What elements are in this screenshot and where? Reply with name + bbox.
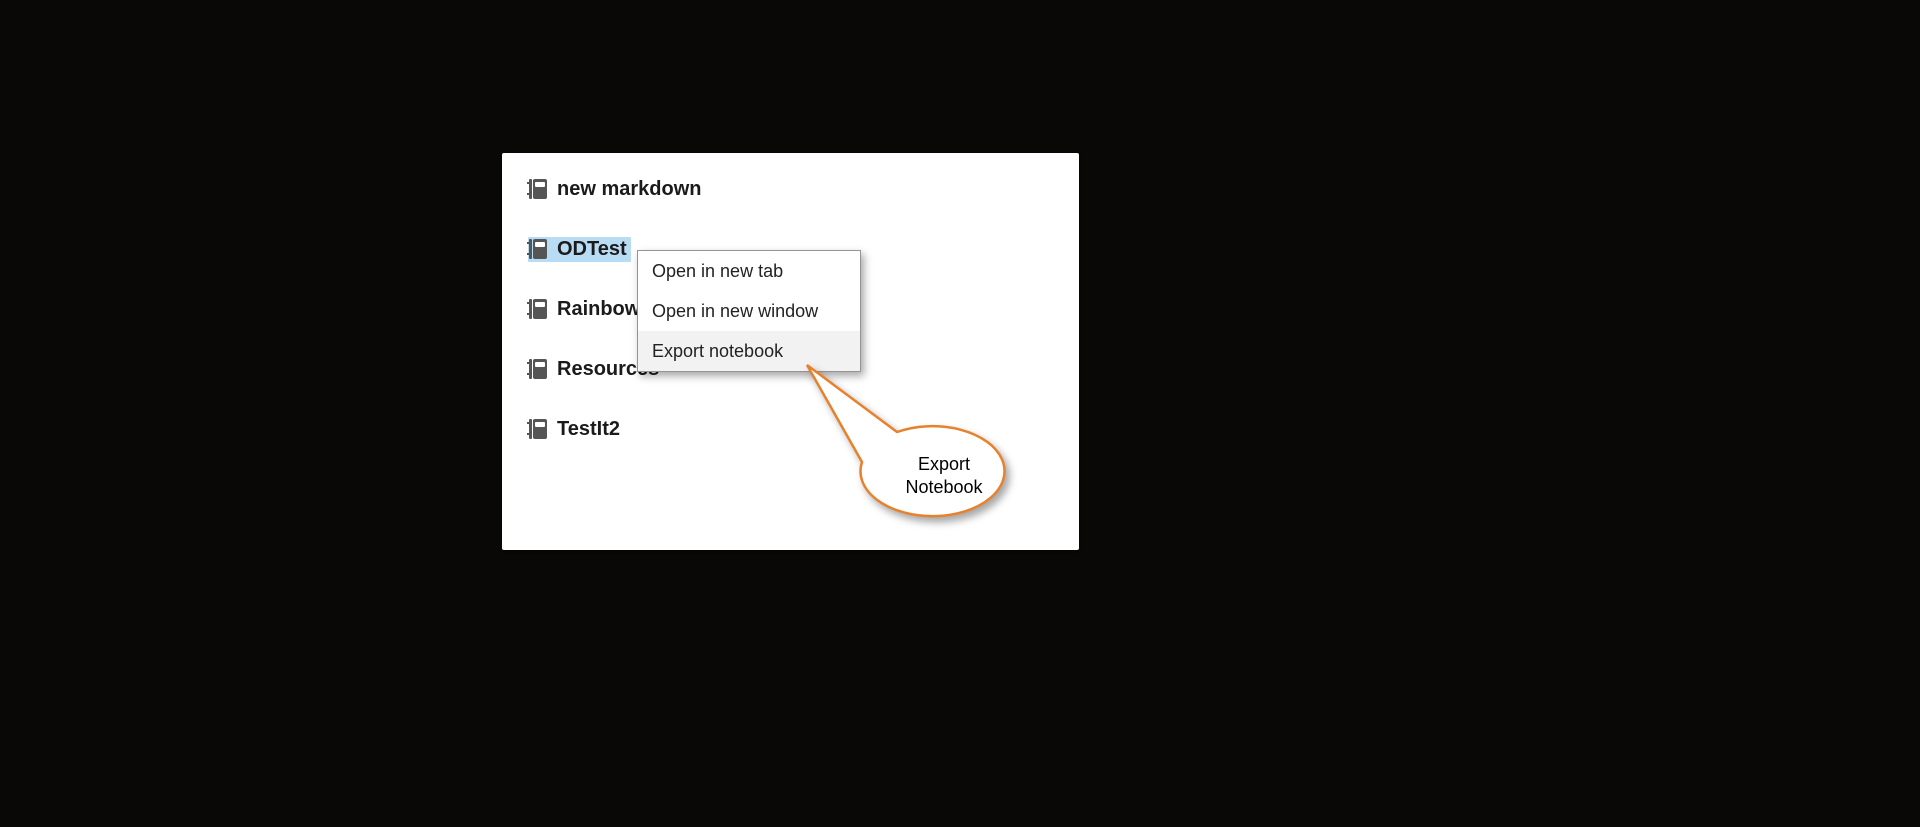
notebook-icon [529,239,547,259]
notebook-icon [529,419,547,439]
notebook-item[interactable]: TestIt2 [502,399,1079,459]
notebook-item-label: TestIt2 [557,418,620,441]
menu-item-open-new-window[interactable]: Open in new window [638,291,860,331]
menu-item-label: Open in new tab [652,261,783,282]
menu-item-label: Export notebook [652,341,783,362]
notebook-item-label-wrap: ODTest [528,237,631,262]
notebook-item-label-wrap: Rainbow [528,297,644,322]
menu-item-export-notebook[interactable]: Export notebook [638,331,860,371]
notebook-icon [529,299,547,319]
notebook-item[interactable]: new markdown [502,159,1079,219]
notebook-item-label: Rainbow [557,298,640,321]
context-menu: Open in new tab Open in new window Expor… [637,250,861,372]
notebook-item-label-wrap: new markdown [528,177,705,202]
menu-item-label: Open in new window [652,301,818,322]
menu-item-open-new-tab[interactable]: Open in new tab [638,251,860,291]
notebook-item-label: new markdown [557,178,701,201]
notebook-item-label-wrap: TestIt2 [528,417,624,442]
notebook-icon [529,179,547,199]
notebook-item-label: ODTest [557,238,627,261]
notebook-icon [529,359,547,379]
